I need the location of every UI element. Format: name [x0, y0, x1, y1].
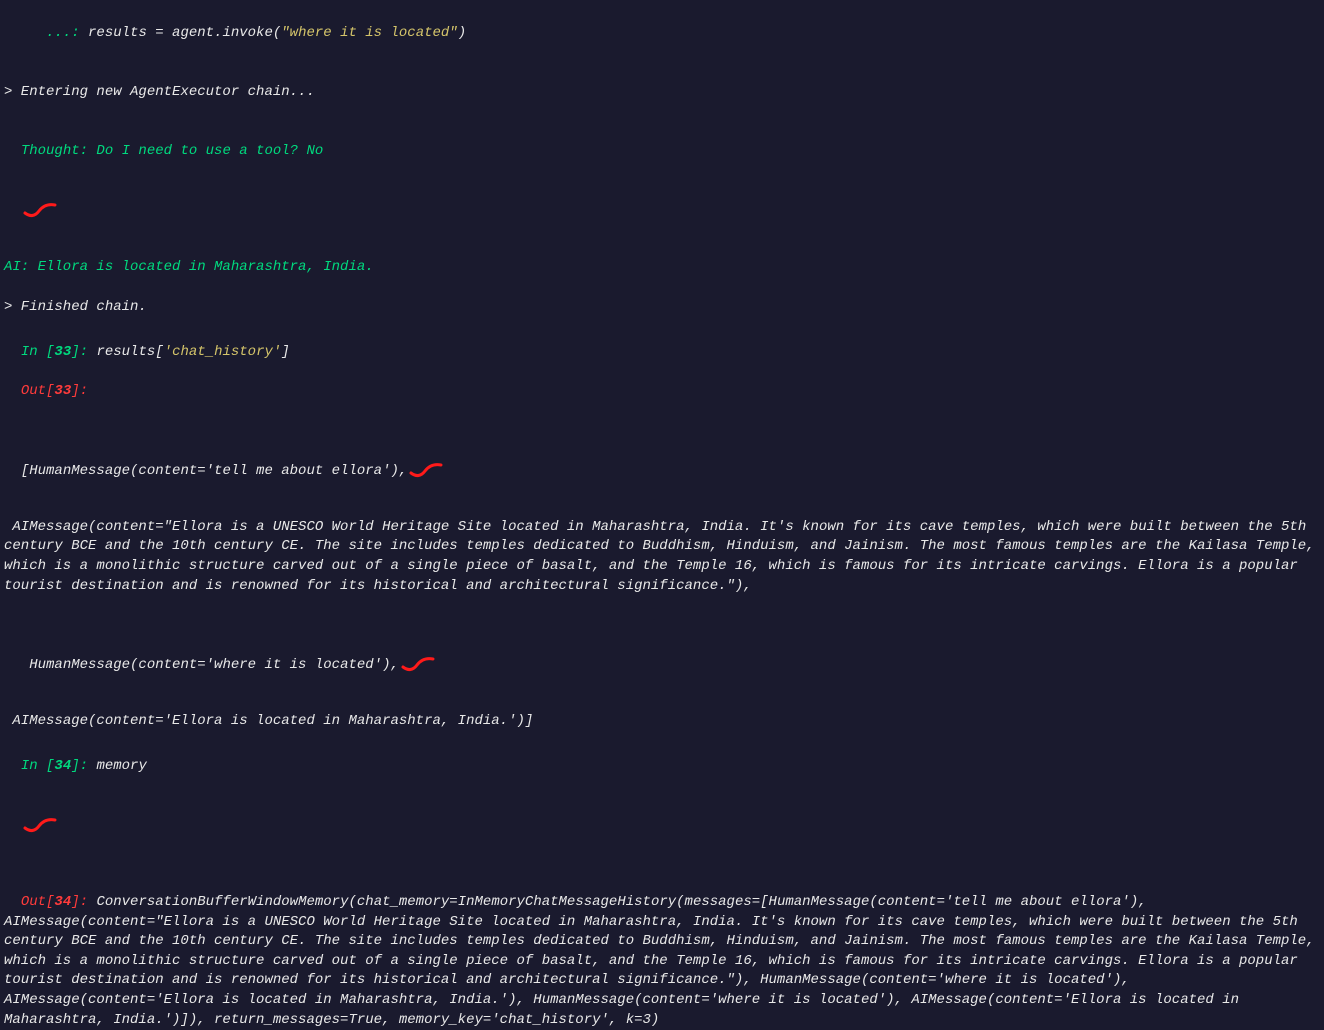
output-text: ConversationBufferWindowMemory(chat_memo… — [4, 894, 1323, 1028]
in-prompt-label: In [ — [21, 344, 55, 360]
repl-in-33: In [33]: results['chat_history'] — [4, 324, 1320, 363]
output-thought-line: Thought: Do I need to use a tool? No — [4, 123, 1320, 259]
out-prompt-number: 33 — [54, 383, 71, 399]
in-prompt-close: ]: — [71, 344, 96, 360]
in-prompt-close: ]: — [71, 758, 96, 774]
annotation-checkmark-icon — [23, 162, 57, 258]
code-text: results = agent.invoke( — [88, 25, 281, 41]
repl-out-33: Out[33]: — [4, 363, 1320, 402]
in-prompt-number: 34 — [54, 758, 71, 774]
out33-line-3: HumanMessage(content='where it is locate… — [4, 596, 1320, 712]
string-literal: 'chat_history' — [164, 344, 282, 360]
out-prompt-number: 34 — [54, 894, 71, 910]
output-finished-chain: > Finished chain. — [4, 298, 1320, 318]
repl-out-34: Out[34]: ConversationBufferWindowMemory(… — [4, 873, 1320, 1030]
code-text: ] — [281, 344, 289, 360]
out-prompt-close: ]: — [71, 894, 88, 910]
annotation-checkmark-icon — [23, 777, 57, 873]
out-prompt-label: Out[ — [21, 383, 55, 399]
annotation-checkmark-icon — [401, 616, 435, 712]
prompt-continuation: ...: — [21, 25, 88, 41]
out33-line-1: [HumanMessage(content='tell me about ell… — [4, 402, 1320, 518]
output-ai-line: AI: Ellora is located in Maharashtra, In… — [4, 258, 1320, 278]
output-entering-chain: > Entering new AgentExecutor chain... — [4, 83, 1320, 103]
code-text: memory — [96, 758, 146, 774]
code-text: ) — [458, 25, 466, 41]
output-text: [HumanMessage(content='tell me about ell… — [21, 462, 407, 478]
output-text: HumanMessage(content='where it is locate… — [21, 657, 399, 673]
out33-line-2: AIMessage(content="Ellora is a UNESCO Wo… — [4, 518, 1320, 596]
code-line-invoke: ...: results = agent.invoke("where it is… — [4, 4, 1320, 43]
out-prompt-label: Out[ — [21, 894, 55, 910]
in-prompt-number: 33 — [54, 344, 71, 360]
code-text: results[ — [96, 344, 163, 360]
in-prompt-label: In [ — [21, 758, 55, 774]
out33-line-4: AIMessage(content='Ellora is located in … — [4, 712, 1320, 732]
thought-text: Thought: Do I need to use a tool? No — [21, 143, 323, 159]
out-prompt-close: ]: — [71, 383, 88, 399]
repl-in-34: In [34]: memory — [4, 738, 1320, 874]
annotation-checkmark-icon — [409, 422, 443, 518]
string-literal: "where it is located" — [281, 25, 457, 41]
